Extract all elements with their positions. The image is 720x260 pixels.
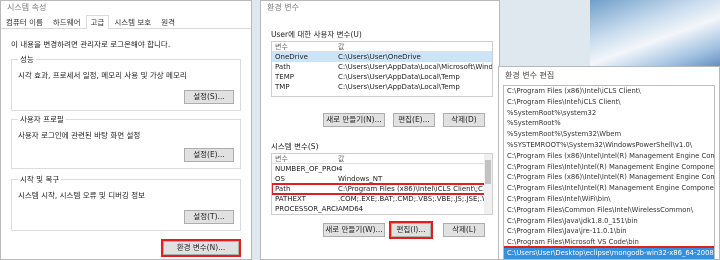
group-title: 성능 bbox=[18, 54, 36, 65]
variable-value: C:\Users\User\OneDrive bbox=[338, 53, 421, 61]
path-entry[interactable]: %SystemRoot%\system32 bbox=[504, 108, 714, 119]
tab-computer-name[interactable]: 컴퓨터 이름 bbox=[1, 15, 48, 28]
path-entry[interactable]: %SystemRoot% bbox=[504, 118, 714, 129]
edit-environment-variable-window: 환경 변수 편집 C:\Program Files (x86)\Intel\iC… bbox=[498, 66, 720, 260]
path-entry[interactable]: C:\Program Files\Intel\WiFi\bin\ bbox=[504, 194, 714, 205]
performance-group: 성능 시각 효과, 프로세서 일정, 메모리 사용 및 가상 메모리 설정(S)… bbox=[11, 54, 241, 111]
window-title: 환경 변수 편집 bbox=[499, 67, 719, 81]
path-entry[interactable]: C:\Program Files\Intel\iCLS Client\ bbox=[504, 97, 714, 108]
table-row[interactable]: TEMP C:\Users\User\AppData\Local\Temp bbox=[272, 72, 492, 82]
path-entry[interactable]: C:\Program Files\Microsoft VS Code\bin bbox=[504, 237, 714, 248]
path-entry[interactable]: C:\Program Files (x86)\Intel\Intel(R) Ma… bbox=[504, 151, 714, 162]
tab-bar: 컴퓨터 이름 하드웨어 고급 시스템 보호 원격 bbox=[1, 15, 251, 29]
user-variables-label: User에 대한 사용자 변수(U) bbox=[271, 30, 362, 39]
variable-value: C:\Users\User\AppData\Local\Temp bbox=[338, 73, 460, 81]
path-entry[interactable]: C:\Program Files (x86)\Intel\Intel(R) Ma… bbox=[504, 172, 714, 183]
profile-settings-button[interactable]: 설정(E)... bbox=[184, 148, 234, 162]
user-profile-group: 사용자 프로필 사용자 로그인에 관련된 바탕 화면 설정 설정(E)... bbox=[11, 114, 241, 169]
variable-value: 4 bbox=[338, 165, 343, 173]
table-row[interactable]: OneDrive C:\Users\User\OneDrive bbox=[272, 52, 492, 62]
desktop-background bbox=[590, 0, 720, 70]
column-variable: 변수 bbox=[275, 155, 288, 163]
user-edit-button[interactable]: 편집(E)... bbox=[393, 113, 435, 127]
tab-advanced[interactable]: 고급 bbox=[85, 15, 110, 29]
system-delete-button[interactable]: 삭제(L) bbox=[443, 223, 485, 237]
path-entry[interactable]: C:\Program Files\Common Files\Intel\Wire… bbox=[504, 205, 714, 216]
user-delete-button[interactable]: 삭제(D) bbox=[443, 113, 485, 127]
path-entry[interactable]: C:\Program Files (x86)\Intel\iCLS Client… bbox=[504, 86, 714, 97]
tab-hardware[interactable]: 하드웨어 bbox=[48, 15, 86, 28]
path-entry-list: C:\Program Files (x86)\Intel\iCLS Client… bbox=[503, 85, 715, 259]
startup-settings-button[interactable]: 설정(T)... bbox=[184, 210, 234, 224]
table-row-path[interactable]: Path C:\Program Files (x86)\Intel\iCLS Cl… bbox=[272, 183, 492, 195]
column-variable: 변수 bbox=[275, 43, 288, 51]
path-entry[interactable]: %SYSTEMROOT%\System32\WindowsPowerShell\… bbox=[504, 140, 714, 151]
group-desc: 시스템 시작, 시스템 오류 및 디버깅 정보 bbox=[18, 191, 146, 200]
table-header: 변수 값 bbox=[272, 42, 492, 52]
variable-name: Path bbox=[275, 63, 291, 71]
performance-settings-button[interactable]: 설정(S)... bbox=[184, 90, 234, 104]
system-properties-window: 시스템 속성 컴퓨터 이름 하드웨어 고급 시스템 보호 원격 이 내용을 변경… bbox=[0, 0, 252, 260]
variable-name: PATHEXT bbox=[275, 195, 306, 203]
scrollbar[interactable] bbox=[484, 154, 492, 214]
tab-remote[interactable]: 원격 bbox=[156, 15, 180, 28]
variable-name: TEMP bbox=[275, 73, 294, 81]
group-title: 시작 및 복구 bbox=[18, 174, 62, 185]
system-variables-label: 시스템 변수(S) bbox=[271, 142, 319, 151]
user-variables-table: 변수 값 OneDrive C:\Users\User\OneDrive Path C… bbox=[271, 41, 493, 97]
path-entry[interactable]: C:\Program Files\Java\jdk1.8.0_151\bin bbox=[504, 216, 714, 227]
table-row[interactable]: NUMBER_OF_PROC...4 bbox=[272, 164, 492, 174]
variable-value: C:\Users\User\AppData\Local\Temp bbox=[338, 83, 460, 91]
table-row[interactable]: PATHEXT .COM;.EXE;.BAT;.CMD;.VBS;.VBE;.JS… bbox=[272, 194, 492, 204]
user-new-button[interactable]: 새로 만들기(N)... bbox=[323, 113, 385, 127]
group-desc: 사용자 로그인에 관련된 바탕 화면 설정 bbox=[18, 131, 141, 140]
variable-value: Windows_NT bbox=[338, 175, 383, 183]
system-edit-button[interactable]: 편집(I)... bbox=[389, 221, 433, 239]
variable-name: PROCESSOR_ARCH... bbox=[275, 205, 338, 213]
variable-name: TMP bbox=[275, 83, 290, 91]
column-value: 값 bbox=[338, 155, 345, 163]
column-value: 값 bbox=[338, 43, 345, 51]
path-entry[interactable]: C:\Program Files\Intel\Intel(R) Manageme… bbox=[504, 162, 714, 173]
table-row[interactable]: OS Windows_NT bbox=[272, 174, 492, 184]
path-entry[interactable]: %SystemRoot%\System32\Wbem bbox=[504, 129, 714, 140]
group-desc: 시각 효과, 프로세서 일정, 메모리 사용 및 가상 메모리 bbox=[18, 71, 187, 80]
variable-value: AMD64 bbox=[338, 205, 364, 213]
path-entry[interactable]: C:\Program Files\Intel\Intel(R) Manageme… bbox=[504, 183, 714, 194]
table-row[interactable]: PROCESSOR_ARCH...AMD64 bbox=[272, 204, 492, 214]
variable-value: C:\Users\User\AppData\Local\Microsoft\Wi… bbox=[338, 63, 492, 71]
environment-variables-button[interactable]: 환경 변수(N)... bbox=[161, 239, 241, 257]
variable-name: OS bbox=[275, 175, 285, 183]
system-variables-table: 변수 값 NUMBER_OF_PROC...4 OS Windows_NT Path… bbox=[271, 153, 493, 215]
path-entry[interactable]: C:\Program Files\Java\jre-11.0.1\bin bbox=[504, 226, 714, 237]
table-row[interactable]: TMP C:\Users\User\AppData\Local\Temp bbox=[272, 82, 492, 92]
startup-recovery-group: 시작 및 복구 시스템 시작, 시스템 오류 및 디버깅 정보 설정(T)... bbox=[11, 174, 241, 231]
table-row[interactable]: Path C:\Users\User\AppData\Local\Microsof… bbox=[272, 62, 492, 72]
variable-value: C:\Program Files (x86)\Intel\iCLS Client… bbox=[338, 185, 492, 193]
path-entry-selected[interactable]: C:\Users\User\Desktop\eclipse\mongodb-wi… bbox=[504, 245, 714, 259]
window-title: 환경 변수 bbox=[261, 1, 499, 15]
admin-note: 이 내용을 변경하려면 관리자로 로그온해야 합니다. bbox=[11, 40, 171, 49]
environment-variables-window: 환경 변수 User에 대한 사용자 변수(U) 변수 값 OneDrive C:\… bbox=[260, 0, 500, 260]
group-title: 사용자 프로필 bbox=[18, 114, 66, 125]
system-new-button[interactable]: 새로 만들기(W)... bbox=[323, 223, 385, 237]
tab-system-protection[interactable]: 시스템 보호 bbox=[109, 15, 156, 28]
variable-value: .COM;.EXE;.BAT;.CMD;.VBS;.VBE;.JS;.JSE;.… bbox=[338, 195, 492, 203]
window-title: 시스템 속성 bbox=[1, 1, 251, 15]
variable-name: Path bbox=[275, 185, 291, 193]
variable-name: NUMBER_OF_PROC... bbox=[275, 165, 338, 173]
variable-name: OneDrive bbox=[275, 53, 308, 61]
table-header: 변수 값 bbox=[272, 154, 492, 164]
